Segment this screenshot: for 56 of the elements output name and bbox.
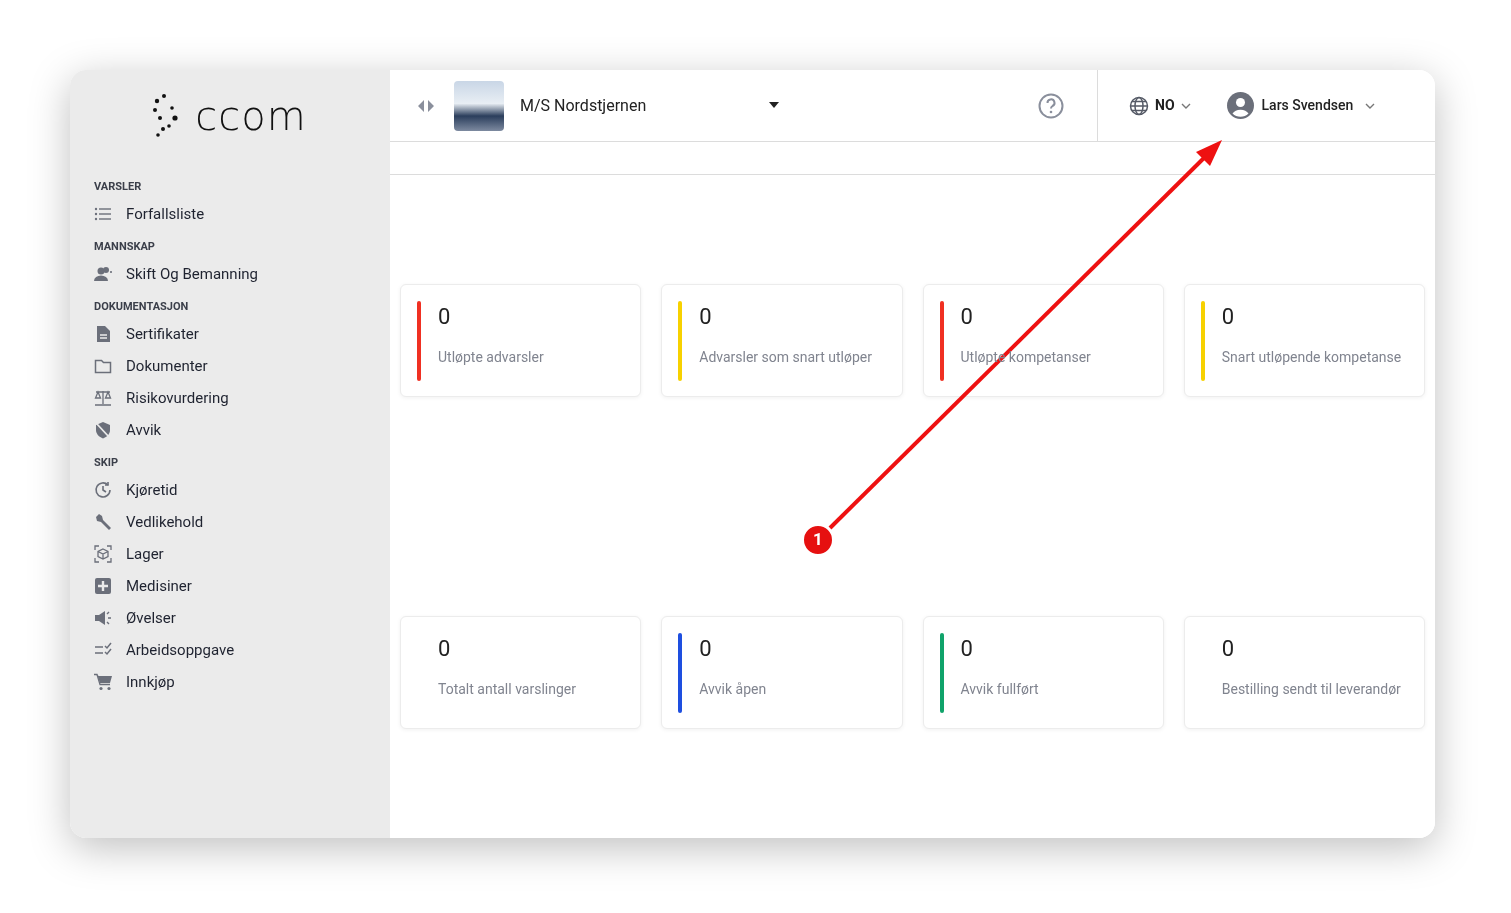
sidebar-item[interactable]: Medisiner bbox=[94, 570, 366, 602]
stat-label: Utløpte advarsler bbox=[438, 348, 545, 367]
sidebar-item[interactable]: Sertifikater bbox=[94, 318, 366, 350]
folder-icon bbox=[94, 357, 112, 375]
stat-value: 0 bbox=[438, 303, 452, 331]
sidebar-item[interactable]: Risikovurdering bbox=[94, 382, 366, 414]
logo-text: ccom bbox=[195, 96, 307, 136]
chevron-down-icon bbox=[1365, 102, 1376, 109]
user-avatar-icon bbox=[1226, 92, 1254, 119]
section-heading: MANNSKAP bbox=[94, 239, 156, 255]
stat-value: 0 bbox=[699, 635, 713, 663]
help-icon[interactable] bbox=[1038, 92, 1064, 119]
sidebar-item[interactable]: Dokumenter bbox=[94, 350, 366, 382]
megaphone-icon bbox=[94, 609, 112, 627]
sidebar-item[interactable]: Lager bbox=[94, 538, 366, 570]
balance-scale-icon bbox=[94, 389, 112, 407]
stat-label: Advarsler som snart utløper bbox=[699, 348, 873, 367]
stat-label: Totalt antall varslinger bbox=[438, 680, 577, 699]
stat-label: Snart utløpende kompetanse bbox=[1221, 348, 1403, 367]
language-dropdown[interactable]: NO bbox=[1129, 95, 1191, 116]
wrench-icon bbox=[94, 513, 112, 531]
user-menu[interactable]: Lars Svendsen bbox=[1226, 92, 1376, 119]
section-heading: SKIP bbox=[94, 455, 120, 471]
crossed-shield-icon bbox=[94, 421, 112, 439]
caret-icon bbox=[768, 102, 780, 109]
stat-value: 0 bbox=[1221, 303, 1236, 331]
sidebar-item[interactable]: Vedlikehold bbox=[94, 506, 366, 538]
cart-icon bbox=[94, 673, 112, 691]
clock-icon bbox=[94, 481, 112, 499]
sidebar-item[interactable]: Øvelser bbox=[94, 602, 366, 634]
stat-label: Avvik fullført bbox=[960, 680, 1040, 699]
stat-label: Bestilling sendt til leverandør bbox=[1221, 680, 1402, 699]
stat-value: 0 bbox=[960, 635, 974, 663]
medical-plus-icon bbox=[94, 577, 112, 595]
sidebar-item[interactable]: Skift Og Bemanning bbox=[94, 258, 366, 290]
sidebar-item[interactable]: Forfallsliste bbox=[94, 198, 366, 230]
section-heading: VARSLER bbox=[94, 179, 143, 195]
list-icon bbox=[94, 205, 112, 223]
chevron-down-icon bbox=[1180, 102, 1191, 109]
sidebar-item[interactable]: Avvik bbox=[94, 414, 366, 446]
document-icon bbox=[94, 325, 112, 343]
sidebar-item[interactable]: Innkjøp bbox=[94, 666, 366, 698]
cube-icon bbox=[94, 545, 112, 563]
sidebar-item[interactable]: Kjøretid bbox=[94, 474, 366, 506]
sidebar-item[interactable]: Arbeidsoppgave bbox=[94, 634, 366, 666]
ship-photo-placeholder bbox=[454, 80, 504, 131]
stat-value: 0 bbox=[1221, 635, 1236, 663]
stat-value: 0 bbox=[960, 303, 974, 331]
vessel-dropdown[interactable]: M/S Nordstjernen bbox=[520, 93, 780, 118]
stat-value: 0 bbox=[438, 635, 452, 663]
section-heading: DOKUMENTASJON bbox=[94, 299, 190, 315]
stat-value: 0 bbox=[699, 303, 713, 331]
people-icon bbox=[94, 265, 112, 283]
globe-icon bbox=[1129, 95, 1149, 116]
collapse-sidebar-icon[interactable] bbox=[417, 98, 435, 113]
stat-label: Avvik åpen bbox=[699, 680, 768, 699]
